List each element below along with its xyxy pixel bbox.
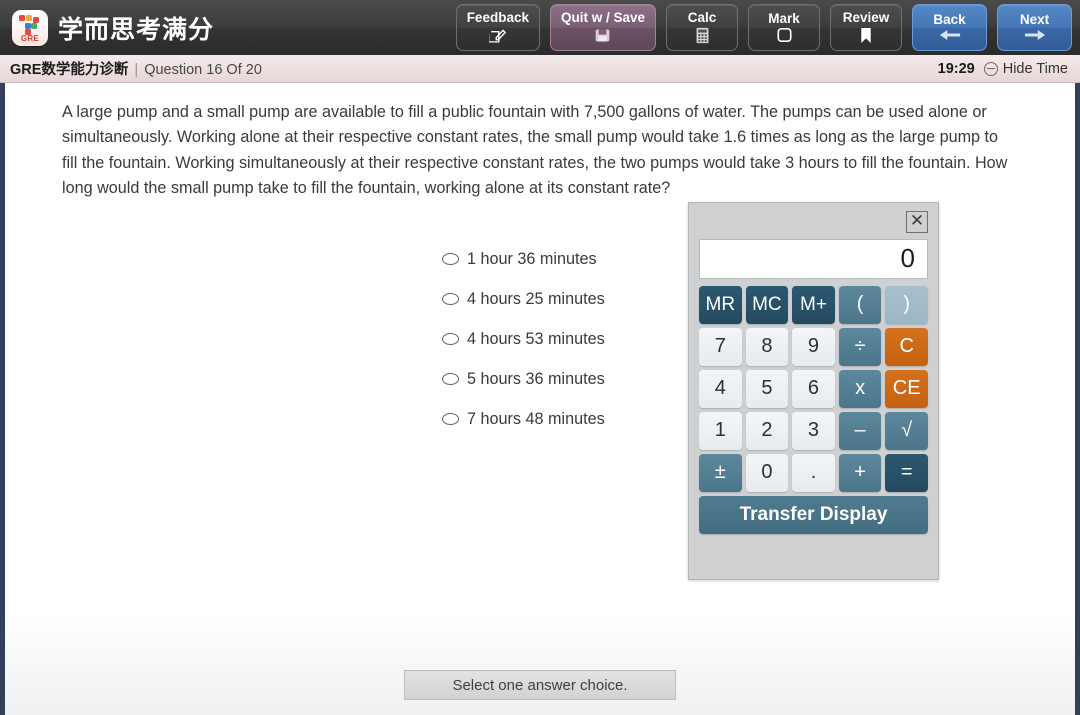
separator: | — [134, 62, 139, 78]
calc-key-3[interactable]: 3 — [792, 411, 835, 450]
calc-key-8[interactable]: 8 — [745, 327, 789, 366]
section-name: GRE数学能力诊断 — [10, 62, 129, 78]
answer-choice-list: 1 hour 36 minutes 4 hours 25 minutes 4 h… — [442, 250, 605, 429]
question-counter: Question 16 Of 20 — [144, 62, 262, 78]
back-button-label: Back — [933, 11, 966, 27]
answer-choice-label-0: 1 hour 36 minutes — [467, 249, 597, 268]
calc-key-multiply[interactable]: x — [838, 369, 882, 408]
calculator-titlebar: ✕ — [699, 210, 928, 238]
save-disk-icon — [594, 27, 611, 44]
calc-key-minus[interactable]: – — [838, 411, 882, 450]
answer-choice-label-4: 7 hours 48 minutes — [467, 409, 605, 428]
calc-key-6[interactable]: 6 — [792, 369, 835, 408]
answer-choice-3[interactable]: 5 hours 36 minutes — [442, 370, 605, 389]
arrow-left-icon — [939, 28, 961, 42]
instruction-text: Select one answer choice. — [404, 670, 676, 700]
calc-button[interactable]: Calc — [666, 4, 738, 51]
close-x-icon[interactable]: ✕ — [906, 210, 928, 233]
calc-key-clear[interactable]: C — [885, 327, 928, 366]
answer-choice-0[interactable]: 1 hour 36 minutes — [442, 250, 605, 269]
calc-key-1[interactable]: 1 — [699, 411, 742, 450]
calc-key-clear-entry[interactable]: CE — [885, 369, 928, 408]
calc-key-mc[interactable]: MC — [745, 285, 789, 324]
calc-key-close-paren[interactable]: ) — [885, 285, 928, 324]
calc-key-sqrt[interactable]: √ — [885, 411, 928, 450]
hide-time-button[interactable]: Hide Time — [983, 60, 1068, 77]
calculator-keypad: MR MC M+ ( ) 7 8 9 ÷ C 4 5 6 x CE 1 2 3 … — [699, 285, 928, 492]
edit-square-icon — [488, 27, 507, 44]
review-button-label: Review — [842, 10, 890, 26]
mark-button[interactable]: Mark — [748, 4, 820, 51]
answer-choice-2[interactable]: 4 hours 53 minutes — [442, 330, 605, 349]
feedback-button-label: Feedback — [466, 10, 529, 26]
calc-key-4[interactable]: 4 — [699, 369, 742, 408]
answer-choice-label-1: 4 hours 25 minutes — [467, 289, 605, 308]
timer-area: 19:29 Hide Time — [938, 61, 1068, 77]
calc-key-5[interactable]: 5 — [745, 369, 789, 408]
calc-key-divide[interactable]: ÷ — [838, 327, 882, 366]
transfer-display-button[interactable]: Transfer Display — [699, 495, 928, 534]
section-status-bar: GRE数学能力诊断 | Question 16 Of 20 19:29 Hide… — [0, 55, 1080, 83]
minus-circle-icon — [983, 61, 998, 76]
mark-button-label: Mark — [768, 10, 800, 26]
toolbar-buttons: Feedback Quit w / Save Calc Mark Review … — [455, 4, 1072, 51]
review-button[interactable]: Review — [830, 4, 902, 51]
answer-choice-4[interactable]: 7 hours 48 minutes — [442, 410, 605, 429]
calc-key-7[interactable]: 7 — [699, 327, 742, 366]
calc-key-m-plus[interactable]: M+ — [792, 285, 835, 324]
quit-with-save-button[interactable]: Quit w / Save — [549, 4, 656, 51]
square-outline-icon — [776, 27, 793, 43]
calc-key-decimal[interactable]: . — [792, 453, 835, 492]
quit-with-save-button-label: Quit w / Save — [560, 10, 645, 26]
answer-choice-label-2: 4 hours 53 minutes — [467, 329, 605, 348]
calc-key-plus[interactable]: + — [838, 453, 882, 492]
radio-button-1[interactable] — [442, 293, 459, 306]
question-stem: A large pump and a small pump are availa… — [62, 103, 1008, 198]
timer-value: 19:29 — [937, 60, 975, 77]
arrow-right-icon — [1024, 28, 1046, 42]
logo-badge-text: GRE — [20, 33, 40, 43]
instruction-bar: Select one answer choice. — [5, 670, 1075, 700]
calculator-display[interactable]: 0 — [699, 238, 928, 279]
gre-logo-icon: GRE — [12, 9, 48, 46]
next-button-label: Next — [1019, 11, 1050, 27]
onscreen-calculator: ✕ 0 MR MC M+ ( ) 7 8 9 ÷ C 4 5 6 x CE 1 … — [688, 201, 939, 580]
gre-test-window: GRE 学而思考满分 Feedback Quit w / Save Calc M… — [0, 0, 1080, 715]
calc-key-0[interactable]: 0 — [745, 453, 789, 492]
top-toolbar: GRE 学而思考满分 Feedback Quit w / Save Calc M… — [0, 0, 1080, 55]
calculator-icon — [695, 27, 710, 44]
calc-button-label: Calc — [687, 10, 717, 26]
next-button[interactable]: Next — [997, 4, 1072, 51]
calc-key-equals[interactable]: = — [885, 453, 928, 492]
calc-key-9[interactable]: 9 — [792, 327, 835, 366]
back-button[interactable]: Back — [912, 4, 987, 51]
brand: GRE 学而思考满分 — [12, 9, 215, 46]
feedback-button[interactable]: Feedback — [455, 4, 540, 51]
radio-button-2[interactable] — [442, 333, 459, 346]
brand-title: 学而思考满分 — [58, 15, 215, 44]
calc-key-mr[interactable]: MR — [699, 285, 742, 324]
calc-key-plus-minus[interactable]: ± — [699, 453, 742, 492]
radio-button-0[interactable] — [442, 253, 459, 266]
answer-choice-label-3: 5 hours 36 minutes — [467, 369, 605, 388]
radio-button-4[interactable] — [442, 413, 459, 426]
calc-key-open-paren[interactable]: ( — [838, 285, 882, 324]
bookmark-icon — [859, 27, 873, 44]
calc-key-2[interactable]: 2 — [745, 411, 789, 450]
hide-time-label: Hide Time — [1002, 60, 1068, 77]
section-info: GRE数学能力诊断 | Question 16 Of 20 — [10, 58, 262, 79]
answer-choice-1[interactable]: 4 hours 25 minutes — [442, 290, 605, 309]
radio-button-3[interactable] — [442, 373, 459, 386]
question-content: 1 hour 36 minutes 4 hours 25 minutes 4 h… — [5, 201, 1075, 672]
